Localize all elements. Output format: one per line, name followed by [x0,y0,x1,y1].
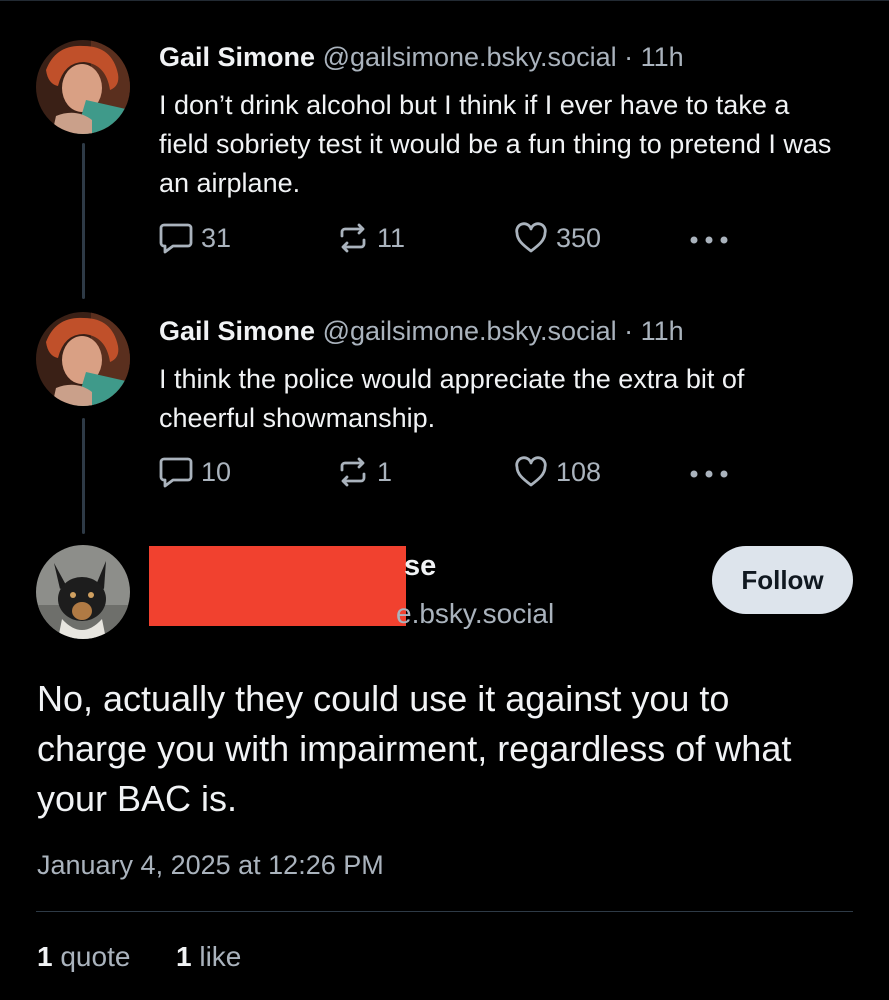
repost-button[interactable]: 1 [337,456,392,488]
post-time[interactable]: 11h [641,42,684,72]
main-post-text: No, actually they could use it against y… [37,678,792,819]
author-name-fragment[interactable]: se [404,550,436,583]
like-count: 350 [556,222,602,253]
avatar[interactable] [36,312,130,406]
meta-separator: · [624,316,634,346]
follow-button[interactable]: Follow [712,546,853,614]
heart-icon [515,222,547,253]
like-label: like [199,941,242,972]
more-options-button[interactable] [689,230,729,250]
author-name[interactable]: Gail Simone [159,42,315,72]
post-actions: 10 1 108 [159,456,739,492]
repost-arrows-icon [340,457,366,487]
post-time[interactable]: 11h [641,316,684,346]
like-total: 1 [176,941,192,972]
reply-count: 10 [201,456,232,487]
engagement-stats: 1 quote 1 like [37,941,241,973]
ellipsis-icon [690,470,728,478]
redacted-name-box [149,546,406,626]
quote-count: 1 [37,941,53,972]
avatar[interactable] [36,545,130,639]
author-handle[interactable]: @gailsimone.bsky.social [323,42,617,72]
meta-separator: · [624,42,634,72]
like-button[interactable]: 350 [514,222,601,254]
like-count: 108 [556,456,602,487]
thread-line [82,418,85,534]
avatar[interactable] [36,40,130,134]
quote-label: quote [60,941,131,972]
reply-count: 31 [201,222,232,253]
post-meta: Gail Simone @gailsimone.bsky.social · 11… [159,316,684,347]
post-text: I don’t drink alcohol but I think if I e… [159,90,832,198]
speech-bubble-icon [159,457,193,488]
post-timestamp: January 4, 2025 at 12:26 PM [37,850,384,880]
more-options-button[interactable] [689,464,729,484]
post-text: I think the police would appreciate the … [159,364,745,433]
reply-button[interactable]: 31 [159,222,231,254]
repost-button[interactable]: 11 [337,222,405,254]
heart-icon [515,456,547,487]
author-handle-fragment[interactable]: e.bsky.social [396,598,554,630]
author-name[interactable]: Gail Simone [159,316,315,346]
post-actions: 31 11 350 [159,222,739,258]
like-button[interactable]: 108 [514,456,601,488]
ellipsis-icon [690,236,728,244]
repost-count: 1 [377,456,393,487]
reply-button[interactable]: 10 [159,456,231,488]
quotes-link[interactable]: 1 quote [37,941,130,972]
top-divider [0,0,889,1]
speech-bubble-icon [159,223,193,254]
repost-count: 11 [377,222,406,253]
likes-link[interactable]: 1 like [176,941,241,972]
post-meta: Gail Simone @gailsimone.bsky.social · 11… [159,42,684,73]
author-handle[interactable]: @gailsimone.bsky.social [323,316,617,346]
stats-divider [36,911,853,912]
thread-line [82,143,85,299]
repost-arrows-icon [340,223,366,253]
